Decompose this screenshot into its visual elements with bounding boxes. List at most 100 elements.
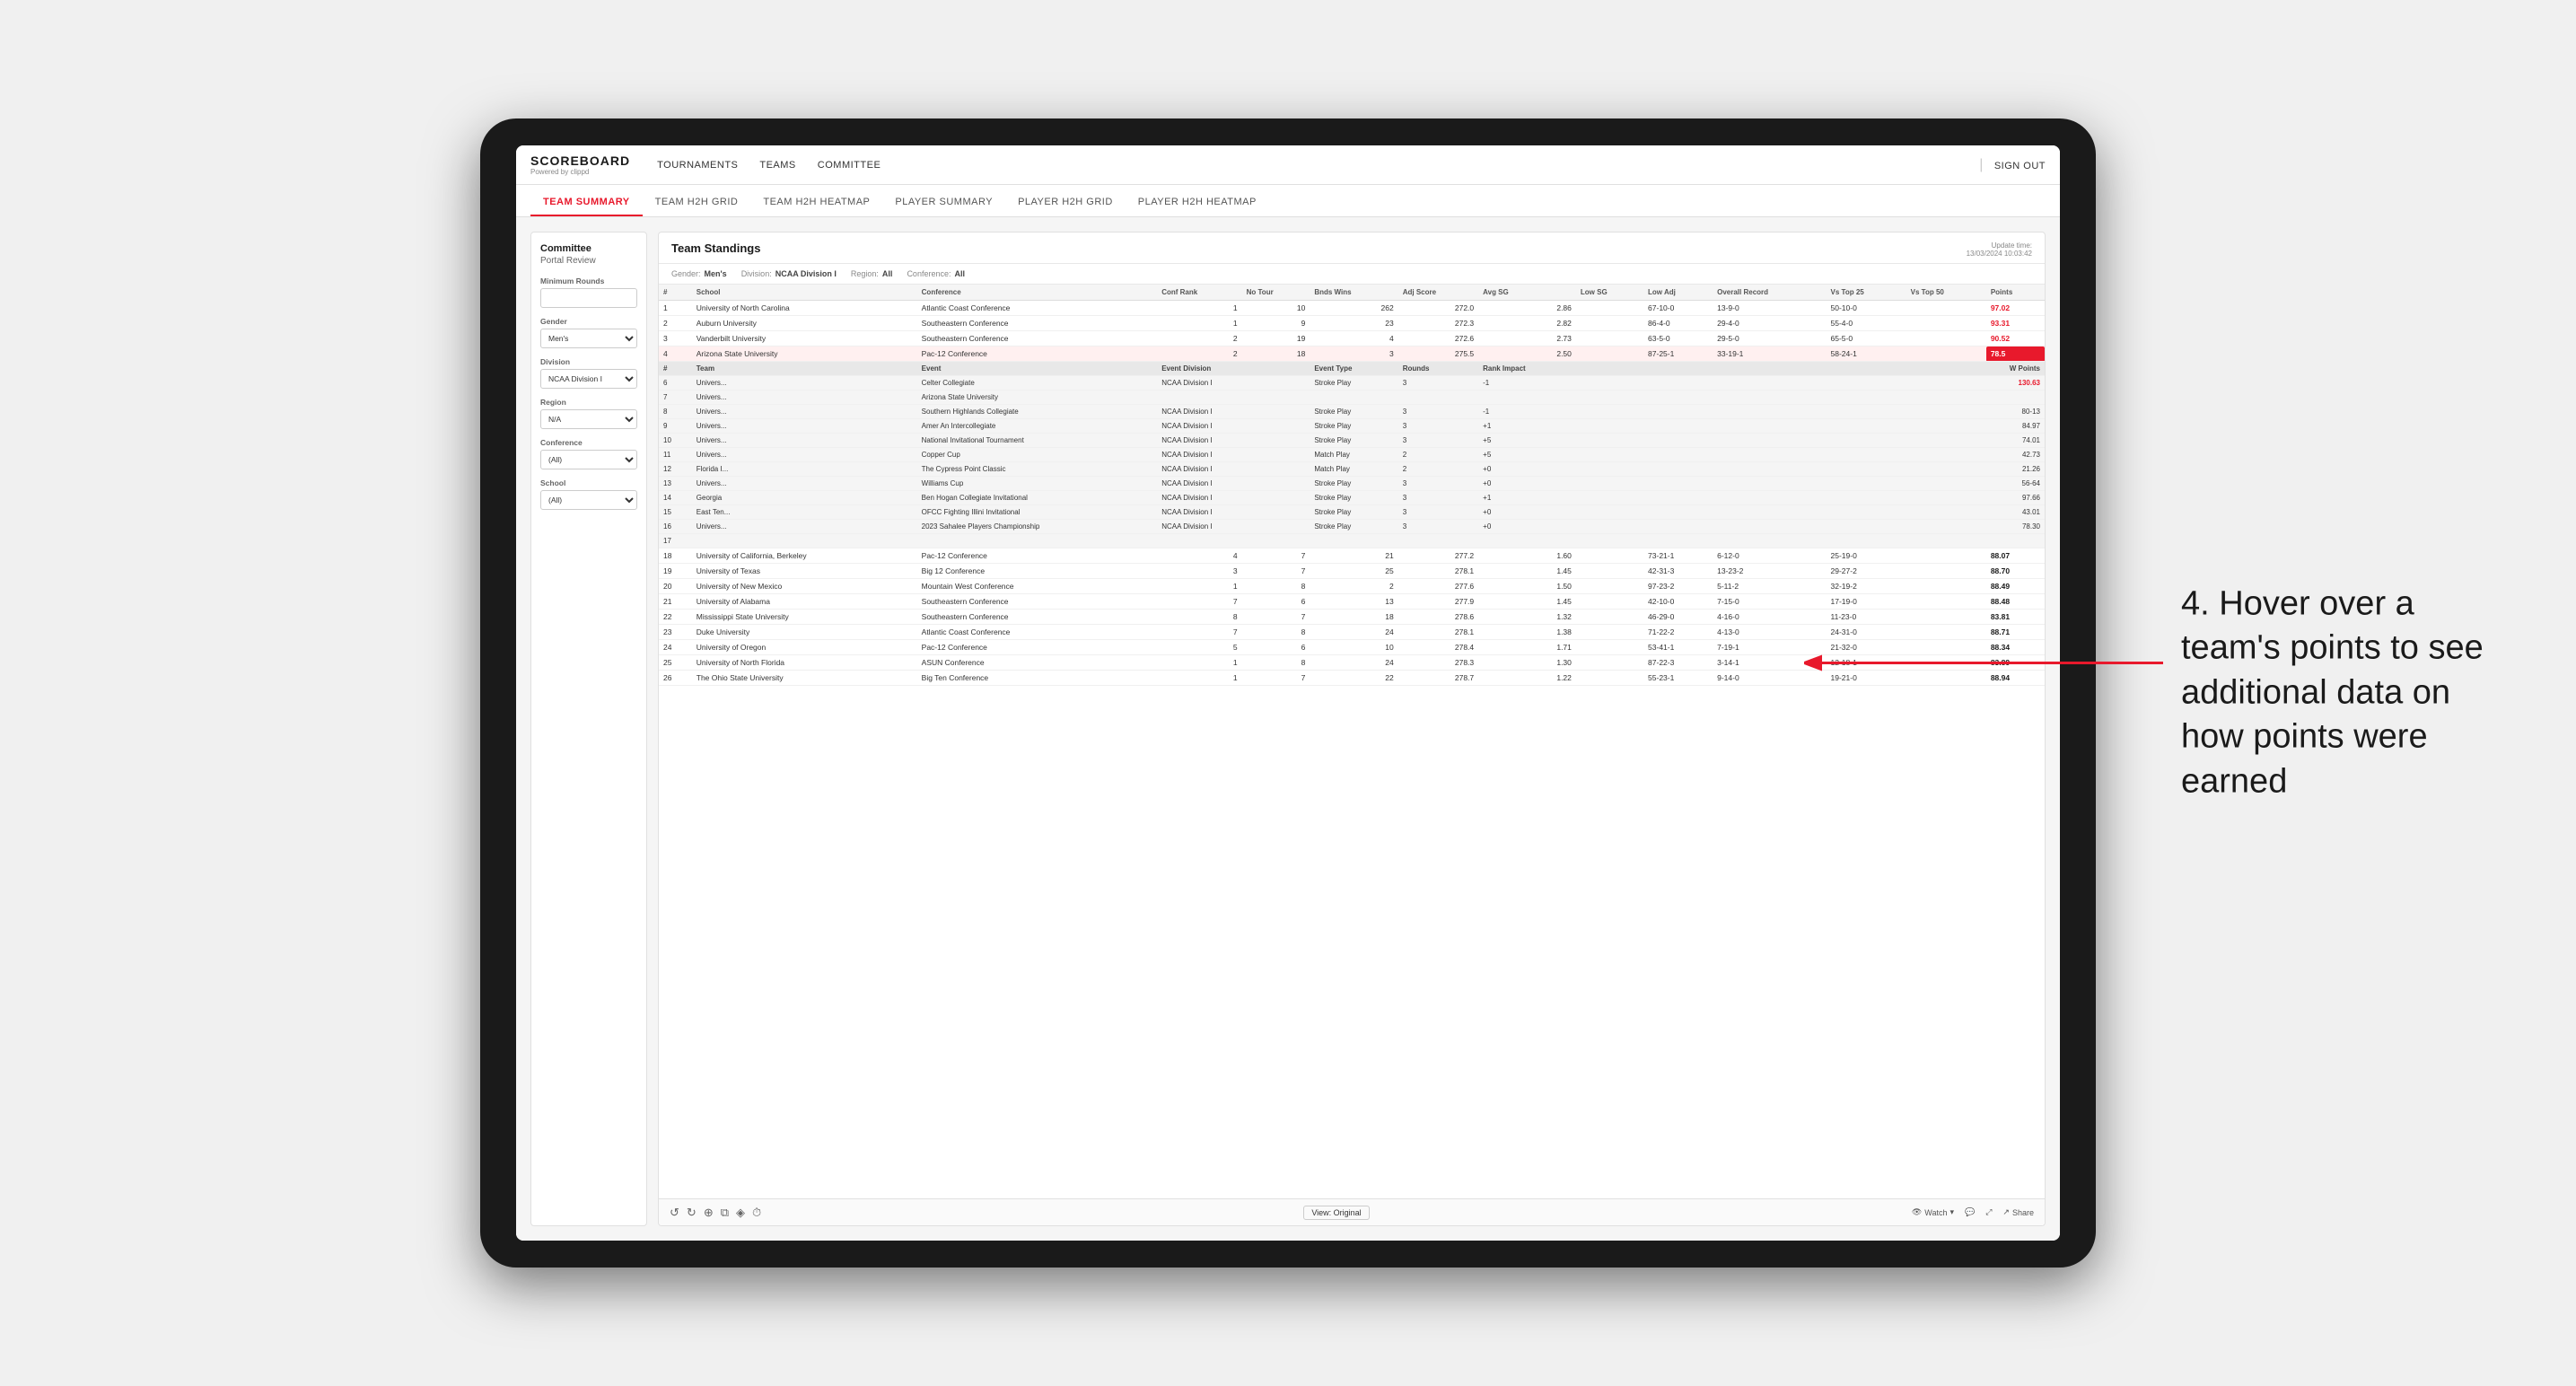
expanded-data-row: 16 Univers... 2023 Sahalee Players Champ… <box>659 520 2045 534</box>
standings-table: # School Conference Conf Rank No Tour Bn… <box>659 285 2045 1198</box>
table-row-highlighted: 4 Arizona State University Pac-12 Confer… <box>659 346 2045 362</box>
report-title: Team Standings <box>671 241 760 255</box>
col-overall: Overall Record <box>1713 285 1826 301</box>
nav-committee[interactable]: COMMITTEE <box>818 156 881 174</box>
logo-text: SCOREBOARD <box>530 154 630 168</box>
table-header-row: # School Conference Conf Rank No Tour Bn… <box>659 285 2045 301</box>
nav-teams[interactable]: TEAMS <box>759 156 795 174</box>
tab-team-h2h-heatmap[interactable]: TEAM H2H HEATMAP <box>750 189 882 216</box>
gender-label: Gender <box>540 317 637 326</box>
comment-icon: 💬 <box>1965 1207 1975 1217</box>
undo-icon[interactable]: ↺ <box>670 1206 679 1220</box>
col-conference: Conference <box>917 285 1158 301</box>
tab-player-h2h-grid[interactable]: PLAYER H2H GRID <box>1005 189 1126 216</box>
region-label: Region <box>540 398 637 407</box>
chevron-down-icon: ▾ <box>1950 1207 1954 1217</box>
sidebar-gender: Gender Men's Women's <box>540 317 637 348</box>
filter-gender: Gender: Men's <box>671 269 727 278</box>
min-rounds-label: Minimum Rounds <box>540 276 637 285</box>
col-conf-rank: Conf Rank <box>1157 285 1241 301</box>
col-rank: # <box>659 285 692 301</box>
table-row: 21 University of Alabama Southeastern Co… <box>659 594 2045 610</box>
tab-team-summary[interactable]: TEAM SUMMARY <box>530 189 643 216</box>
division-select[interactable]: NCAA Division I NCAA Division II <box>540 369 637 389</box>
sidebar-min-rounds: Minimum Rounds <box>540 276 637 308</box>
col-avg-score: Avg SG <box>1478 285 1576 301</box>
sign-out-area: | Sign out <box>1979 157 2046 173</box>
copy-icon[interactable]: ⧉ <box>721 1206 729 1220</box>
col-bnds-wins: Bnds Wins <box>1310 285 1398 301</box>
top-nav: SCOREBOARD Powered by clippd TOURNAMENTS… <box>516 145 2060 185</box>
col-no-tour: No Tour <box>1242 285 1310 301</box>
eye-icon: 👁 <box>1912 1207 1922 1217</box>
watch-button[interactable]: 👁 Watch ▾ <box>1912 1207 1954 1217</box>
conference-select[interactable]: (All) <box>540 450 637 469</box>
table-row: 2 Auburn University Southeastern Confere… <box>659 316 2045 331</box>
comment-button[interactable]: 💬 <box>1965 1207 1975 1217</box>
sidebar-region: Region N/A East <box>540 398 637 429</box>
school-select[interactable]: (All) <box>540 490 637 510</box>
zoom-icon[interactable]: ⊕ <box>704 1206 714 1220</box>
sign-out-button[interactable]: Sign out <box>1994 157 2046 175</box>
sidebar: Committee Portal Review Minimum Rounds G… <box>530 232 647 1226</box>
tab-player-summary[interactable]: PLAYER SUMMARY <box>882 189 1005 216</box>
expand-button[interactable]: ⤢ <box>1985 1207 1992 1217</box>
filter-row: Gender: Men's Division: NCAA Division I … <box>659 264 2045 285</box>
sub-tabs: TEAM SUMMARY TEAM H2H GRID TEAM H2H HEAT… <box>516 185 2060 217</box>
table-row: 3 Vanderbilt University Southeastern Con… <box>659 331 2045 346</box>
clock-icon[interactable]: ⏱ <box>752 1206 761 1220</box>
table-row: 22 Mississippi State University Southeas… <box>659 610 2045 625</box>
tab-player-h2h-heatmap[interactable]: PLAYER H2H HEATMAP <box>1126 189 1269 216</box>
main-content: Committee Portal Review Minimum Rounds G… <box>516 217 2060 1241</box>
table-row: 20 University of New Mexico Mountain Wes… <box>659 579 2045 594</box>
gender-select[interactable]: Men's Women's <box>540 329 637 348</box>
table-row: 19 University of Texas Big 12 Conference… <box>659 564 2045 579</box>
annotation-area: 4. Hover over a team's points to see add… <box>2181 583 2522 804</box>
share-icon: ↗ <box>2002 1207 2010 1217</box>
share-button[interactable]: ↗ Share <box>2002 1207 2034 1217</box>
col-school: School <box>692 285 917 301</box>
report-header: Team Standings Update time: 13/03/2024 1… <box>659 232 2045 264</box>
col-vs25: Vs Top 25 <box>1827 285 1906 301</box>
col-points: Points <box>1986 285 2045 301</box>
expanded-data-row: 7 Univers... Arizona State University <box>659 390 2045 405</box>
min-rounds-input[interactable] <box>540 288 637 308</box>
logo-sub: Powered by clippd <box>530 168 630 176</box>
filter-division: Division: NCAA Division I <box>741 269 837 278</box>
redo-icon[interactable]: ↻ <box>687 1206 697 1220</box>
filter-conference: Conference: All <box>907 269 965 278</box>
toolbar-right: 👁 Watch ▾ 💬 ⤢ ↗ Share <box>1912 1207 2034 1217</box>
expanded-header-row: # Team Event Event Division Event Type R… <box>659 362 2045 376</box>
school-label: School <box>540 478 637 487</box>
expanded-data-row: 8 Univers... Southern Highlands Collegia… <box>659 405 2045 419</box>
col-low-adj: Low Adj <box>1643 285 1713 301</box>
red-arrow <box>1804 627 2181 699</box>
region-select[interactable]: N/A East <box>540 409 637 429</box>
expanded-data-row: 11 Univers... Copper Cup NCAA Division I… <box>659 448 2045 462</box>
update-time: Update time: 13/03/2024 10:03:42 <box>1967 241 2032 258</box>
annotation-text: 4. Hover over a team's points to see add… <box>2181 583 2522 804</box>
expanded-data-row: 12 Florida I... The Cypress Point Classi… <box>659 462 2045 477</box>
view-original-button[interactable]: View: Original <box>1303 1206 1369 1220</box>
expanded-data-row: 10 Univers... National Invitational Tour… <box>659 434 2045 448</box>
nav-tournaments[interactable]: TOURNAMENTS <box>657 156 738 174</box>
col-adj-score: Adj Score <box>1398 285 1478 301</box>
sidebar-conference: Conference (All) <box>540 438 637 469</box>
filter-region: Region: All <box>851 269 893 278</box>
sidebar-division: Division NCAA Division I NCAA Division I… <box>540 357 637 389</box>
expanded-data-row: 15 East Ten... OFCC Fighting Illini Invi… <box>659 505 2045 520</box>
bottom-toolbar: ↺ ↻ ⊕ ⧉ ◈ ⏱ View: Original 👁 Watch ▾ <box>659 1198 2045 1225</box>
table-row: 1 University of North Carolina Atlantic … <box>659 301 2045 316</box>
tab-team-h2h-grid[interactable]: TEAM H2H GRID <box>643 189 751 216</box>
sidebar-school: School (All) <box>540 478 637 510</box>
conference-label: Conference <box>540 438 637 447</box>
paint-icon[interactable]: ◈ <box>736 1206 745 1220</box>
expanded-data-row: 6 Univers... Celter Collegiate NCAA Divi… <box>659 376 2045 390</box>
nav-items: TOURNAMENTS TEAMS COMMITTEE <box>657 156 1979 174</box>
sidebar-subtitle: Portal Review <box>540 256 637 266</box>
expanded-data-row: 17 <box>659 534 2045 548</box>
sidebar-title: Committee <box>540 243 637 254</box>
col-low-sg: Low SG <box>1576 285 1643 301</box>
center-content: Team Standings Update time: 13/03/2024 1… <box>658 232 2046 1226</box>
expanded-data-row: 9 Univers... Amer An Intercollegiate NCA… <box>659 419 2045 434</box>
